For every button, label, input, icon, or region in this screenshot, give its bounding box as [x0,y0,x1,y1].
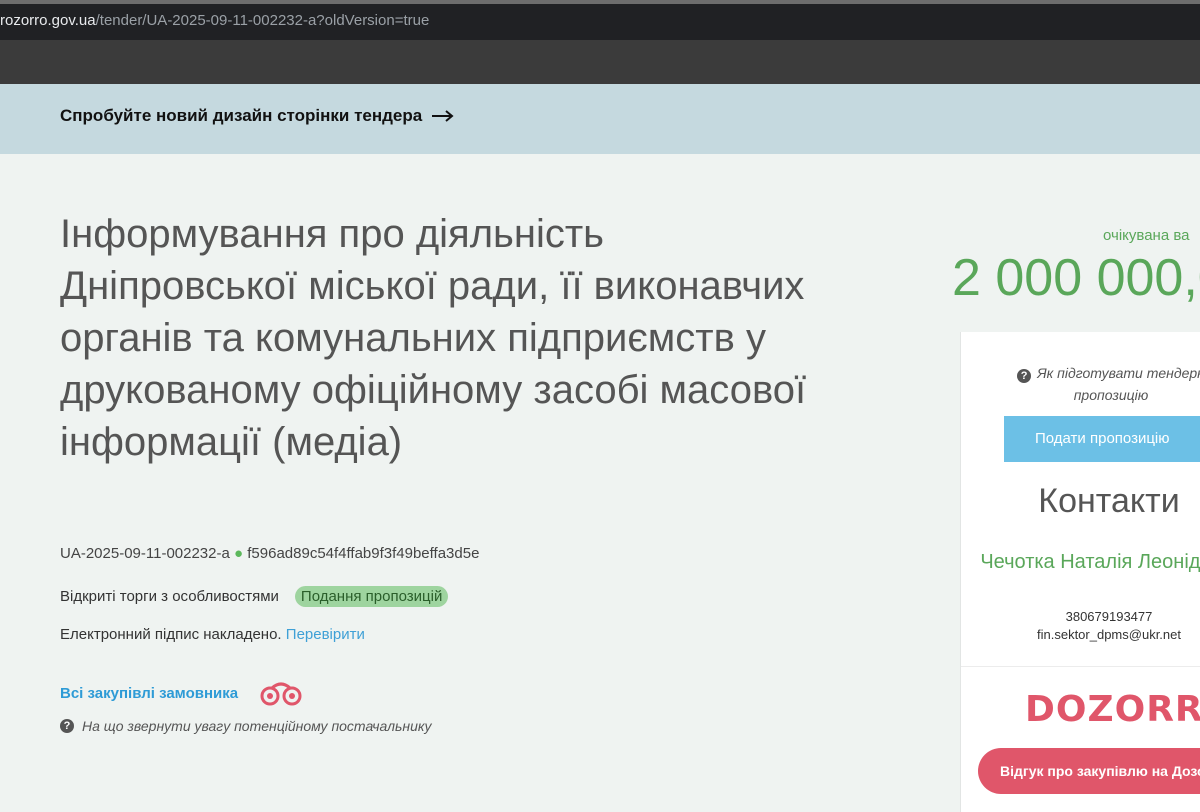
divider [961,666,1200,667]
all-purchases-row: Всі закупівлі замовника [60,680,304,706]
url-host: rozorro.gov.ua [0,12,96,29]
expected-value-label: очікувана ва [1103,227,1190,244]
binoculars-icon[interactable] [258,680,304,706]
browser-toolbar [0,40,1200,84]
tender-id-line: UA-2025-09-11-002232-a ● f596ad89c54f4ff… [60,545,479,562]
procedure-line: Відкриті торги з особливостями Подання п… [60,586,449,607]
arrow-right-icon [432,110,454,122]
tender-id: UA-2025-09-11-002232-a [60,545,230,562]
dozorro-logo: DOZORRO [1025,689,1200,730]
status-dot-icon: ● [234,545,244,562]
dozorro-feedback-button[interactable]: Відгук про закупівлю на Дозор [978,748,1200,794]
status-badge: Подання пропозицій [294,586,449,607]
expected-value-amount: 2 000 000,0 [952,249,1200,307]
address-bar[interactable]: rozorro.gov.ua/tender/UA-2025-09-11-0022… [0,4,1200,40]
question-icon: ? [1017,369,1032,383]
url-path: /tender/UA-2025-09-11-002232-a?oldVersio… [95,12,430,29]
supplier-hint-text: На що звернути увагу потенційному постач… [82,718,432,734]
prepare-bid-hint[interactable]: ? Як підготувати тендерн пропозицію [1011,362,1200,406]
new-design-label: Спробуйте новий дизайн сторінки тендера [60,106,423,125]
submit-bid-button[interactable]: Подати пропозицію [1004,416,1200,462]
verify-signature-link[interactable]: Перевірити [286,626,365,643]
new-design-link[interactable]: Спробуйте новий дизайн сторінки тендера [60,106,454,126]
signature-line: Електронний підпис накладено. Перевірити [60,626,365,643]
contact-name: Чечотка Наталія Леонідівна [980,551,1200,573]
contacts-heading: Контакти [1038,482,1180,520]
all-purchases-link[interactable]: Всі закупівлі замовника [60,685,238,702]
signature-text: Електронний підпис накладено. [60,626,282,643]
new-design-banner: Спробуйте новий дизайн сторінки тендера [0,84,1200,154]
question-icon: ? [60,719,74,733]
tender-hash: f596ad89c54f4ffab9f3f49beffa3d5e [247,545,480,562]
procedure-type: Відкриті торги з особливостями [60,588,279,605]
contact-email: fin.sektor_dpms@ukr.net [1037,627,1181,642]
contact-phone: 380679193477 [1065,609,1153,624]
tender-title: Інформування про діяльність Дніпровської… [60,212,807,464]
prepare-bid-text: Як підготувати тендерн пропозицію [1037,365,1200,403]
sidebar-card: ? Як підготувати тендерн пропозицію Подат… [960,332,1200,812]
supplier-hint[interactable]: ? На що звернути увагу потенційному пост… [60,718,432,734]
